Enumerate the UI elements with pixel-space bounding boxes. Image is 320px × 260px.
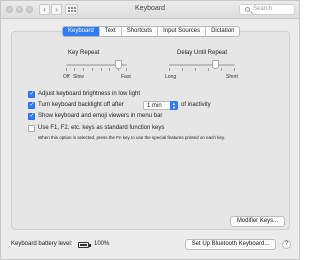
tab-keyboard[interactable]: Keyboard [63,27,99,36]
search-field[interactable]: Search [239,4,295,15]
backlight-off-checkbox[interactable] [28,101,35,109]
backlight-off-label: Turn keyboard backlight off after [38,102,124,108]
function-keys-checkbox[interactable] [28,125,35,132]
modifier-keys-button[interactable]: Modifier Keys... [230,216,285,227]
function-keys-label: Use F1, F2, etc. keys as standard functi… [38,125,165,131]
function-keys-note: When this option is selected, press the … [38,135,226,140]
tab-text[interactable]: Text [98,27,121,36]
show-viewers-checkbox[interactable] [28,112,35,120]
delay-short-label: Short [226,74,238,80]
delay-until-repeat-slider[interactable] [169,64,235,66]
keyboard-settings-panel: Key Repeat Off Slow Fast Delay Until Rep… [11,31,290,230]
key-repeat-slow-label: Slow [73,74,84,80]
adjust-brightness-label: Adjust keyboard brightness in low light [38,91,141,97]
backlight-timeout-value: 1 min [147,103,162,109]
search-placeholder: Search [253,6,273,12]
inactivity-label: of inactivity [181,102,211,108]
setup-bluetooth-keyboard-button[interactable]: Set Up Bluetooth Keyboard... [185,239,276,250]
key-repeat-title: Key Repeat [68,50,100,56]
tab-shortcuts[interactable]: Shortcuts [120,27,157,36]
battery-level-value: 100% [94,241,110,247]
show-viewers-label: Show keyboard and emoji viewers in menu … [38,113,163,119]
key-repeat-off-label: Off [63,74,70,80]
tab-bar: Keyboard Text Shortcuts Input Sources Di… [62,26,241,37]
delay-long-label: Long [165,74,177,80]
delay-until-repeat-title: Delay Until Repeat [177,50,228,56]
help-button[interactable]: ? [282,240,291,249]
battery-icon [78,242,91,248]
backlight-timeout-dropdown[interactable]: 1 min ▲ ▼ [143,101,178,110]
title-bar: ‹ › Keyboard Search [1,1,299,19]
delay-until-repeat-knob[interactable] [212,60,220,69]
key-repeat-fast-label: Fast [121,74,131,80]
delay-ticks [169,68,235,72]
tab-input-sources[interactable]: Input Sources [157,27,205,36]
adjust-brightness-checkbox[interactable] [28,90,35,98]
battery-level-label: Keyboard battery level: [11,241,73,247]
search-icon [245,7,250,12]
chevron-updown-icon: ▲ ▼ [170,101,178,110]
keyboard-preferences-window: ‹ › Keyboard Search Key Repeat Off Slow … [0,0,300,260]
tab-dictation[interactable]: Dictation [205,27,239,36]
key-repeat-knob[interactable] [114,60,122,69]
